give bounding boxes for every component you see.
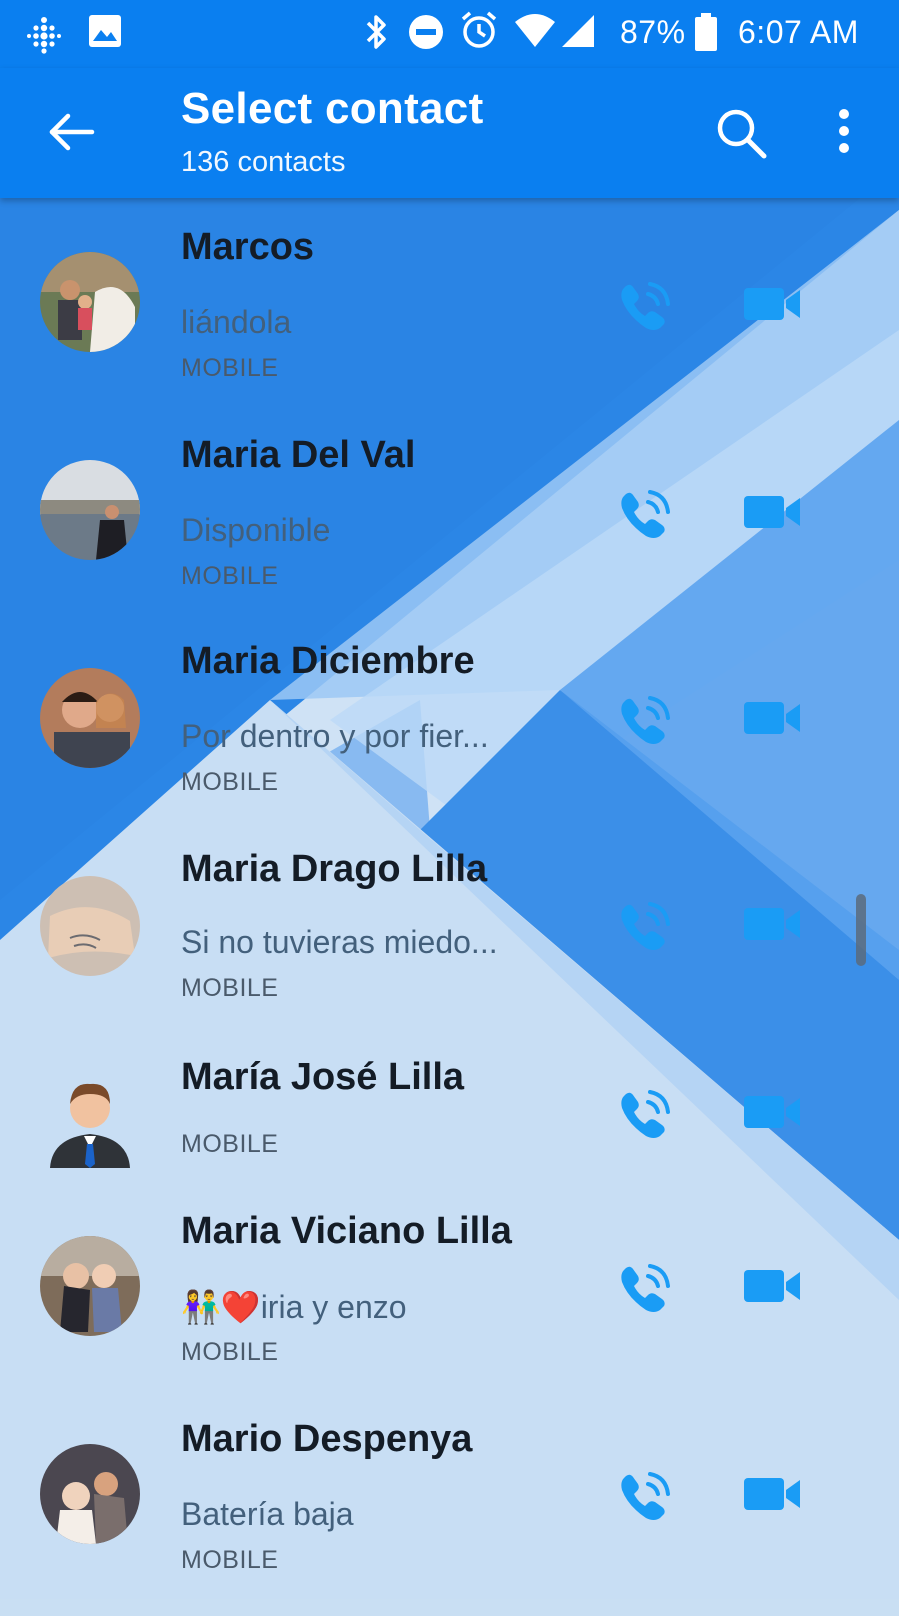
do-not-disturb-icon bbox=[409, 15, 443, 49]
scrollbar[interactable] bbox=[856, 894, 866, 966]
fitbit-icon bbox=[27, 17, 61, 54]
search-icon[interactable] bbox=[712, 104, 770, 162]
more-vert-icon[interactable] bbox=[822, 104, 866, 162]
list-item[interactable]: Maria Viciano Lilla 👫❤️iria y enzo MOBIL… bbox=[0, 1198, 899, 1408]
contact-count: 136 contacts bbox=[181, 146, 346, 178]
alarm-icon bbox=[461, 11, 497, 48]
status-bar: 87% 6:07 AM bbox=[0, 0, 899, 68]
default-avatar-icon bbox=[40, 1072, 140, 1172]
clock: 6:07 AM bbox=[738, 14, 859, 50]
contact-status: liándola bbox=[181, 304, 292, 340]
avatar bbox=[40, 1236, 140, 1336]
video-camera-icon[interactable] bbox=[742, 1472, 804, 1516]
video-camera-icon[interactable] bbox=[742, 490, 804, 534]
phone-call-icon[interactable] bbox=[612, 894, 678, 960]
contact-type: MOBILE bbox=[181, 1130, 279, 1158]
avatar bbox=[40, 460, 140, 560]
bluetooth-icon bbox=[366, 15, 386, 49]
video-camera-icon[interactable] bbox=[742, 902, 804, 946]
contact-type: MOBILE bbox=[181, 974, 279, 1002]
contact-status: Por dentro y por fier... bbox=[181, 718, 489, 754]
contact-name: Maria Diciembre bbox=[181, 640, 475, 682]
phone-call-icon[interactable] bbox=[612, 1464, 678, 1530]
list-item[interactable]: Marcos liándola MOBILE bbox=[0, 198, 899, 408]
page-title: Select contact bbox=[181, 84, 484, 133]
wifi-icon bbox=[515, 14, 555, 47]
contact-status: Disponible bbox=[181, 512, 331, 548]
contact-status: Batería baja bbox=[181, 1496, 354, 1532]
list-item[interactable]: Mario Despenya Batería baja MOBILE bbox=[0, 1406, 899, 1616]
contact-type: MOBILE bbox=[181, 768, 279, 796]
list-item[interactable]: Maria Drago Lilla Si no tuvieras miedo..… bbox=[0, 828, 899, 1038]
phone-call-icon[interactable] bbox=[612, 482, 678, 548]
avatar bbox=[40, 252, 140, 352]
phone-call-icon[interactable] bbox=[612, 274, 678, 340]
video-camera-icon[interactable] bbox=[742, 1090, 804, 1134]
cellular-signal-icon bbox=[562, 15, 594, 47]
arrow-left-icon[interactable] bbox=[44, 104, 100, 160]
video-camera-icon[interactable] bbox=[742, 696, 804, 740]
phone-call-icon[interactable] bbox=[612, 688, 678, 754]
contact-name: Mario Despenya bbox=[181, 1418, 473, 1460]
contact-name: Maria Drago Lilla bbox=[181, 848, 488, 890]
gallery-icon bbox=[89, 15, 121, 47]
contact-status: Si no tuvieras miedo... bbox=[181, 924, 498, 960]
contact-type: MOBILE bbox=[181, 562, 279, 590]
contact-name: Marcos bbox=[181, 226, 315, 268]
avatar bbox=[40, 1444, 140, 1544]
battery-icon bbox=[695, 13, 717, 51]
battery-percent: 87% bbox=[620, 14, 686, 50]
phone-call-icon[interactable] bbox=[612, 1256, 678, 1322]
contact-type: MOBILE bbox=[181, 1338, 279, 1366]
contact-name: Maria Viciano Lilla bbox=[181, 1210, 512, 1252]
phone-call-icon[interactable] bbox=[612, 1082, 678, 1148]
contact-status: 👫❤️iria y enzo bbox=[181, 1289, 407, 1325]
avatar bbox=[40, 668, 140, 768]
video-camera-icon[interactable] bbox=[742, 1264, 804, 1308]
contact-name: María José Lilla bbox=[181, 1056, 465, 1098]
app-bar: Select contact 136 contacts bbox=[0, 68, 899, 198]
contact-list: Marcos liándola MOBILE Maria Del Val Dis… bbox=[0, 198, 899, 1599]
list-item[interactable]: Maria Del Val Disponible MOBILE bbox=[0, 408, 899, 618]
contact-type: MOBILE bbox=[181, 1546, 279, 1574]
list-item[interactable]: Maria Diciembre Por dentro y por fier...… bbox=[0, 618, 899, 828]
contact-type: MOBILE bbox=[181, 354, 279, 382]
avatar bbox=[40, 876, 140, 976]
video-camera-icon[interactable] bbox=[742, 282, 804, 326]
contact-name: Maria Del Val bbox=[181, 434, 416, 476]
